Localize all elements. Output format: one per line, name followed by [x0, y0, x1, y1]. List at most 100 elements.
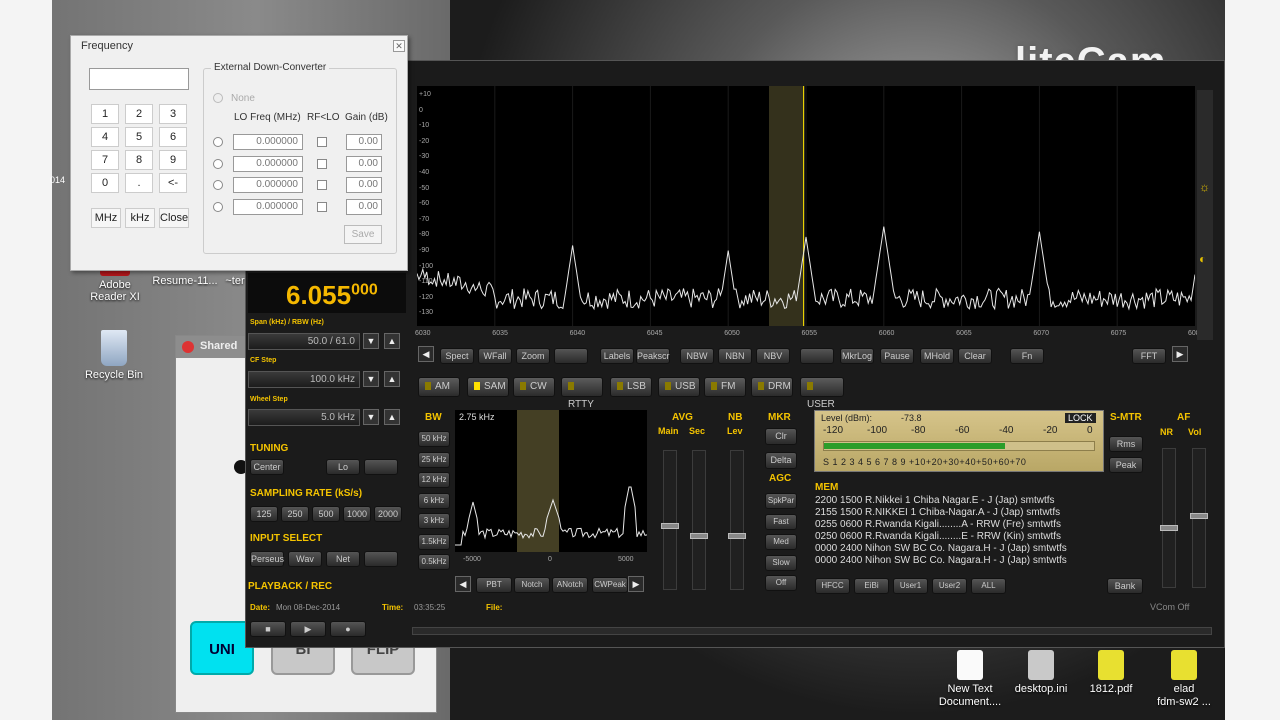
edc-gain-field[interactable]: 0.00 [346, 134, 382, 150]
desktop-icon-new-text-document[interactable]: New Text Document.... [935, 650, 1005, 709]
spectrum-btn-0[interactable]: Spect [440, 348, 474, 364]
keypad-key[interactable]: 5 [125, 127, 153, 147]
audio-right-icon[interactable]: ▶ [628, 576, 644, 592]
unit-btn-mhz[interactable]: MHz [91, 208, 121, 228]
nb-level-slider[interactable] [728, 450, 746, 590]
bw-btn-3[interactable]: 6 kHz [418, 492, 450, 509]
edc-rf-checkbox[interactable] [317, 201, 327, 212]
audio-left-icon[interactable]: ◀ [455, 576, 471, 592]
keypad-key[interactable]: 6 [159, 127, 187, 147]
desktop-icon-1812-pdf[interactable]: 1812.pdf [1080, 650, 1142, 695]
span-up-icon[interactable]: ▲ [384, 333, 400, 349]
sampling-btn-500[interactable]: 500 [312, 506, 340, 522]
mode-btn-rtty[interactable]: RTTY [561, 377, 603, 410]
edc-save-button[interactable]: Save [344, 225, 382, 244]
audio-btn-0[interactable]: PBT [476, 577, 512, 593]
close-icon[interactable] [182, 341, 194, 353]
edc-gain-field[interactable]: 0.00 [346, 155, 382, 172]
spectrum-btn-5[interactable]: Peakscr [636, 348, 670, 364]
spectrum-btn-1[interactable]: WFall [478, 348, 512, 364]
audio-btn-2[interactable]: ANotch [552, 577, 588, 593]
bw-btn-0[interactable]: 50 kHz [418, 431, 450, 447]
spectrum-btn-4[interactable]: Labels [600, 348, 634, 364]
spectrum-btn-11[interactable]: Pause [880, 348, 914, 364]
mem-entry[interactable]: 0000 2400 Nihon SW BC Co. Nagara.H - J (… [815, 555, 1145, 567]
mem-entry[interactable]: 0000 2400 Nihon SW BC Co. Nagara.H - J (… [815, 543, 1145, 555]
sampling-btn-125[interactable]: 125 [250, 506, 278, 522]
desktop-icon-recycle-bin[interactable]: Recycle Bin [82, 330, 146, 381]
edc-lo-field[interactable]: 0.000000 [233, 198, 303, 215]
cf-step-up-icon[interactable]: ▲ [384, 371, 400, 387]
spectrum-btn-10[interactable]: MkrLog [840, 348, 874, 364]
mkr-clr-button[interactable]: Clr [765, 428, 797, 445]
spectrum-btn-2[interactable]: Zoom [516, 348, 550, 364]
keypad-key[interactable]: 2 [125, 104, 153, 124]
keypad-key[interactable]: 9 [159, 150, 187, 170]
mem-entry[interactable]: 0255 0600 R.Rwanda Kigali........A - RRW… [815, 519, 1145, 531]
mode-btn-usb[interactable]: USB [658, 377, 700, 397]
agc-btn-1[interactable]: Fast [765, 513, 797, 530]
mode-btn-fm[interactable]: FM [704, 377, 746, 397]
mode-btn-am[interactable]: AM [418, 377, 460, 397]
spectrum-btn-6[interactable]: NBW [680, 348, 714, 364]
spectrum-btn-15[interactable]: FFT [1132, 348, 1166, 364]
audio-btn-3[interactable]: CWPeak [592, 577, 628, 593]
sampling-btn-2000[interactable]: 2000 [374, 506, 402, 522]
input-btn-3[interactable] [364, 551, 398, 567]
unit-btn-close[interactable]: Close [159, 208, 189, 228]
nr-slider[interactable] [1160, 448, 1178, 588]
input-btn-1[interactable]: Wav [288, 551, 322, 567]
mem-btn-1[interactable]: EiBi [854, 578, 889, 594]
span-field[interactable]: 50.0 / 61.0 [248, 333, 360, 350]
bw-btn-5[interactable]: 1.5kHz [418, 533, 450, 550]
mem-btn-4[interactable]: ALL [971, 578, 1006, 594]
mem-entry[interactable]: 2200 1500 R.Nikkei 1 Chiba Nagar.E - J (… [815, 495, 1145, 507]
keypad-key[interactable]: 3 [159, 104, 187, 124]
mem-list[interactable]: 2200 1500 R.Nikkei 1 Chiba Nagar.E - J (… [815, 495, 1145, 567]
mem-btn-3[interactable]: User2 [932, 578, 967, 594]
stop-button[interactable]: ■ [250, 621, 286, 637]
bw-btn-2[interactable]: 12 kHz [418, 472, 450, 488]
spectrum-btn-9[interactable] [800, 348, 834, 364]
spectrum-left-icon[interactable]: ◀ [418, 346, 434, 362]
keypad-key[interactable]: 1 [91, 104, 119, 124]
wheel-step-up-icon[interactable]: ▲ [384, 409, 400, 425]
play-button[interactable]: ▶ [290, 621, 326, 637]
audio-spectrum[interactable]: 2.75 kHz -5000 0 5000 [455, 410, 647, 563]
keypad-key[interactable]: 8 [125, 150, 153, 170]
spectrum-btn-13[interactable]: Clear [958, 348, 992, 364]
edc-row-radio[interactable] [213, 137, 223, 147]
tuning-lo-button[interactable]: Lo [326, 459, 360, 475]
edc-rf-checkbox[interactable] [317, 158, 327, 169]
mode-btn-user[interactable]: USER [800, 377, 844, 410]
smtr-rms-button[interactable]: Rms [1109, 436, 1143, 452]
keypad-key[interactable]: <- [159, 173, 187, 193]
input-btn-0[interactable]: Perseus [250, 551, 284, 567]
bw-btn-1[interactable]: 25 kHz [418, 451, 450, 468]
edc-lo-field[interactable]: 0.000000 [233, 177, 303, 193]
frequency-display[interactable]: 6.055000 [286, 280, 378, 311]
keypad-key[interactable]: 7 [91, 150, 119, 170]
edc-gain-field[interactable]: 0.00 [346, 198, 382, 215]
spectrum-display[interactable]: +10 0 -10 -20 -30 -40 -50 -60 -70 -80 -90 -100 -110-… [417, 86, 1195, 326]
desktop-icon-elad-fdm[interactable]: elad fdm-sw2 ... [1150, 650, 1218, 709]
agc-btn-4[interactable]: Off [765, 575, 797, 591]
lock-indicator[interactable]: LOCK [1065, 413, 1096, 423]
keypad-key[interactable]: 0 [91, 173, 119, 193]
spectrum-btn-14[interactable]: Fn [1010, 348, 1044, 364]
playback-progress[interactable] [412, 627, 1212, 635]
mode-btn-sam[interactable]: SAM [467, 377, 509, 397]
spectrum-btn-8[interactable]: NBV [756, 348, 790, 364]
frequency-input[interactable] [89, 68, 189, 90]
agc-btn-0[interactable]: SpkPar [765, 493, 797, 509]
edc-row-radio[interactable] [213, 201, 223, 212]
edc-gain-field[interactable]: 0.00 [346, 177, 382, 193]
record-button[interactable]: ● [330, 621, 366, 637]
keypad-key[interactable]: 4 [91, 127, 119, 147]
edc-none-radio[interactable] [213, 93, 223, 103]
tuning-extra-button[interactable] [364, 459, 398, 475]
edc-lo-field[interactable]: 0.000000 [233, 134, 303, 150]
mem-entry[interactable]: 2155 1500 R.NIKKEI 1 Chiba-Nagar.A - J (… [815, 507, 1145, 519]
bw-btn-4[interactable]: 3 kHz [418, 513, 450, 529]
close-icon[interactable]: ✕ [393, 40, 405, 52]
